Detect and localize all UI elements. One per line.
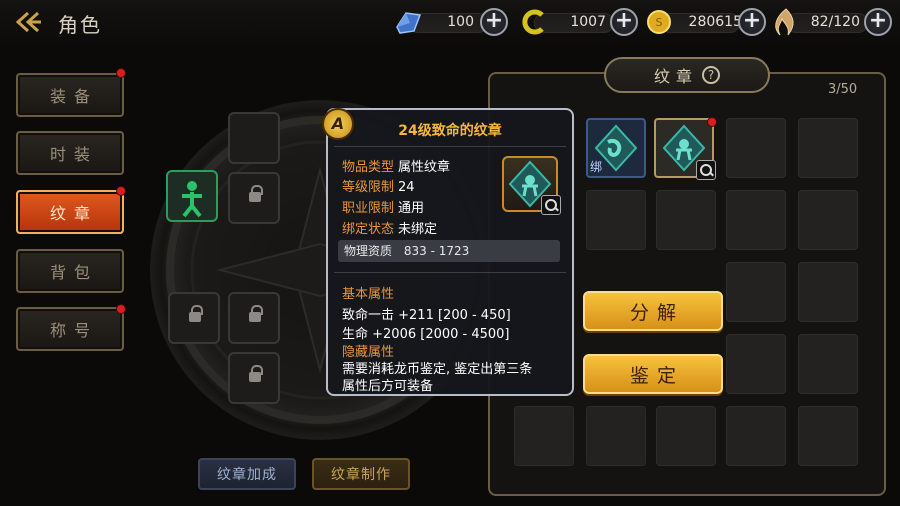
inventory-slot[interactable] (726, 190, 786, 250)
inventory-slot[interactable] (656, 406, 716, 466)
inventory-slot[interactable] (798, 118, 858, 178)
menu-fashion-label: 时装 (49, 145, 98, 164)
notification-dot (116, 68, 126, 78)
emblem-craft-button[interactable]: 纹章制作 (312, 458, 410, 490)
emblem-slot-equipped[interactable] (166, 170, 218, 222)
item-type-value: 属性纹章 (398, 160, 451, 175)
item-name: 24级致命的纹章 (398, 123, 502, 139)
add-crystal-button[interactable]: + (480, 8, 508, 36)
inventory-slot[interactable] (726, 262, 786, 322)
menu-emblem-label: 纹章 (49, 204, 98, 223)
inventory-slot[interactable] (798, 262, 858, 322)
base-attribute-line: 致命一击 +211 [200 - 450] (342, 308, 511, 323)
bind-label: 绑定状态 (342, 222, 395, 237)
physical-aptitude-value: 833 - 1723 (403, 244, 470, 258)
emblem-bonus-button[interactable]: 纹章加成 (198, 458, 296, 490)
inventory-slot[interactable] (586, 190, 646, 250)
resource-dragon-coin: 1007 + (520, 7, 640, 37)
emblem-slot-locked (168, 292, 220, 344)
menu-equipment-label: 装备 (49, 87, 98, 106)
emblem-slot-empty[interactable] (228, 112, 280, 164)
help-icon[interactable]: ? (702, 66, 720, 84)
inventory-title: 纹章 (653, 67, 698, 86)
add-stamina-button[interactable]: + (864, 8, 892, 36)
menu-emblem[interactable]: 纹章 (16, 190, 124, 234)
decompose-button[interactable]: 分解 (583, 291, 723, 331)
inventory-slot[interactable] (514, 406, 574, 466)
class-row: 职业限制 通用 (342, 197, 424, 216)
inventory-slot[interactable] (656, 190, 716, 250)
identify-button[interactable]: 鉴定 (583, 354, 723, 394)
inventory-slot-selected-emblem[interactable] (654, 118, 716, 180)
dragon-coin-value: 1007 (570, 14, 606, 30)
page-title: 角色 (58, 13, 102, 37)
inventory-slot[interactable] (798, 334, 858, 394)
emblem-slot-locked (228, 172, 280, 224)
bind-row: 绑定状态 未绑定 (342, 218, 437, 237)
inventory-slot[interactable] (798, 406, 858, 466)
menu-bag-label: 背包 (49, 263, 98, 282)
emblem-icon (182, 181, 202, 218)
menu-equipment[interactable]: 装备 (16, 73, 124, 117)
divider (334, 146, 566, 147)
emblem-slot-locked (228, 292, 280, 344)
lock-icon (249, 305, 263, 322)
lock-icon (189, 305, 203, 322)
inventory-slot[interactable] (798, 190, 858, 250)
level-row: 等级限制 24 (342, 176, 415, 195)
bind-value: 未绑定 (398, 222, 438, 237)
add-gold-button[interactable]: + (738, 8, 766, 36)
class-label: 职业限制 (342, 201, 395, 216)
level-label: 等级限制 (342, 180, 395, 195)
lock-icon (249, 185, 263, 202)
notification-dot (707, 117, 717, 127)
emblem-bonus-label: 纹章加成 (217, 467, 277, 483)
physical-aptitude-label: 物理资质 (344, 244, 393, 258)
inventory-slot[interactable] (726, 406, 786, 466)
class-value: 通用 (398, 201, 425, 216)
level-value: 24 (398, 180, 415, 195)
add-dragon-coin-button[interactable]: + (610, 8, 638, 36)
hidden-attribute-line: 属性后方可装备 (342, 379, 434, 394)
stamina-value: 82/120 (810, 14, 860, 30)
inventory-slot[interactable] (586, 406, 646, 466)
base-attribute-line: 生命 +2006 [2000 - 4500] (342, 327, 510, 342)
inventory-header: 纹章 ? (604, 57, 770, 93)
resource-stamina: 82/120 + (772, 7, 896, 37)
magnify-icon[interactable] (696, 160, 716, 180)
inventory-slot-bound-emblem[interactable]: 绑 (586, 118, 646, 178)
notification-dot (116, 186, 126, 196)
base-attributes-title: 基本属性 (342, 287, 395, 302)
divider (334, 272, 566, 273)
resource-crystal: 100 + (394, 7, 514, 37)
item-type-label: 物品类型 (342, 160, 395, 175)
inventory-slot[interactable] (726, 118, 786, 178)
magnify-icon[interactable] (541, 195, 561, 215)
resource-gold: S 280615 + (646, 7, 766, 37)
gold-value: 280615 (688, 14, 742, 30)
identify-label: 鉴定 (629, 364, 684, 387)
menu-title-label: 称号 (49, 321, 98, 340)
notification-dot (116, 304, 126, 314)
inventory-count: 3/50 (828, 82, 858, 97)
decompose-label: 分解 (629, 301, 684, 324)
crystal-value: 100 (447, 14, 474, 30)
menu-fashion[interactable]: 时装 (16, 131, 124, 175)
menu-title[interactable]: 称号 (16, 307, 124, 351)
back-arrow-icon[interactable] (14, 10, 42, 34)
inventory-slot[interactable] (726, 334, 786, 394)
physical-aptitude: 物理资质 833 - 1723 (338, 240, 560, 262)
menu-bag[interactable]: 背包 (16, 249, 124, 293)
item-type-row: 物品类型 属性纹章 (342, 156, 450, 175)
emblem-slot-locked (228, 352, 280, 404)
lock-icon (249, 365, 263, 382)
bound-tag: 绑 (590, 160, 603, 174)
emblem-craft-label: 纹章制作 (331, 467, 391, 483)
svg-text:S: S (656, 16, 663, 29)
